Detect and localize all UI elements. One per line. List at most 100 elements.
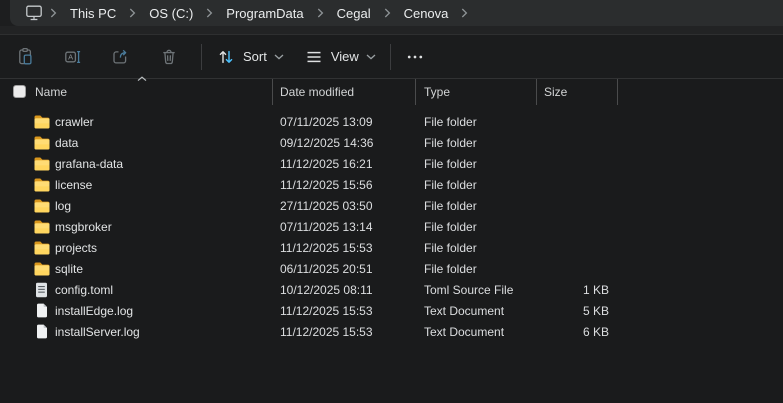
file-rows: crawler 07/11/2025 13:09 File folder dat… xyxy=(0,111,783,342)
file-date-modified: 06/11/2025 20:51 xyxy=(280,261,373,276)
text-file-icon xyxy=(36,282,47,297)
table-row[interactable]: grafana-data 11/12/2025 16:21 File folde… xyxy=(0,153,783,174)
view-icon xyxy=(307,51,321,62)
file-type: File folder xyxy=(424,135,477,150)
column-header-type[interactable]: Type xyxy=(416,79,537,105)
rename-button[interactable]: A xyxy=(53,40,93,74)
paste-icon xyxy=(19,47,32,64)
sort-icon xyxy=(219,50,233,63)
breadcrumb-chevron-icon[interactable] xyxy=(204,8,215,18)
file-name: msgbroker xyxy=(55,219,112,234)
file-name: installServer.log xyxy=(55,324,140,339)
table-row[interactable]: data 09/12/2025 14:36 File folder xyxy=(0,132,783,153)
file-type: File folder xyxy=(424,261,477,276)
file-date-modified: 27/11/2025 03:50 xyxy=(280,198,373,213)
folder-icon xyxy=(33,199,50,213)
folder-icon xyxy=(34,115,49,128)
folder-icon xyxy=(34,262,49,275)
folder-icon xyxy=(34,178,49,191)
toolbar-divider xyxy=(201,43,202,70)
table-row[interactable]: license 11/12/2025 15:56 File folder xyxy=(0,174,783,195)
file-date-modified: 09/12/2025 14:36 xyxy=(280,135,374,150)
file-type: File folder xyxy=(424,240,477,255)
folder-icon xyxy=(33,220,50,234)
folder-icon xyxy=(34,220,49,233)
file-name: data xyxy=(55,135,79,150)
breadcrumb-item-cenova[interactable]: Cenova xyxy=(393,4,460,23)
window-gap-strip xyxy=(0,26,783,34)
breadcrumb-chevron-icon[interactable] xyxy=(48,8,59,18)
table-row[interactable]: crawler 07/11/2025 13:09 File folder xyxy=(0,111,783,132)
table-row[interactable]: log 27/11/2025 03:50 File folder xyxy=(0,195,783,216)
file-icon xyxy=(33,303,50,318)
share-button[interactable] xyxy=(101,40,141,74)
table-row[interactable]: msgbroker 07/11/2025 13:14 File folder xyxy=(0,216,783,237)
folder-icon xyxy=(34,199,49,212)
more-icon xyxy=(407,55,422,58)
monitor-icon[interactable] xyxy=(18,3,48,23)
rename-icon: A xyxy=(65,50,81,63)
table-row[interactable]: config.toml 10/12/2025 08:11 Toml Source… xyxy=(0,279,783,300)
address-bar-row: This PC OS (C:) ProgramData Cegal Cenova xyxy=(0,0,783,26)
command-toolbar: A Sort View xyxy=(0,34,783,79)
file-explorer-window: This PC OS (C:) ProgramData Cegal Cenova A xyxy=(0,0,783,403)
delete-button[interactable] xyxy=(149,40,189,74)
breadcrumb-chevron-icon[interactable] xyxy=(459,8,470,18)
folder-icon xyxy=(34,157,49,170)
chevron-down-icon xyxy=(274,54,284,59)
file-type: Toml Source File xyxy=(424,282,514,297)
file-size: 6 KB xyxy=(582,324,609,339)
file-type: File folder xyxy=(424,177,477,192)
file-type: File folder xyxy=(424,219,477,234)
folder-icon xyxy=(34,136,49,149)
file-name: installEdge.log xyxy=(55,303,134,318)
table-row[interactable]: installEdge.log 11/12/2025 15:53 Text Do… xyxy=(0,300,783,321)
delete-icon xyxy=(163,49,175,64)
breadcrumb-item-cegal[interactable]: Cegal xyxy=(326,4,382,23)
breadcrumb-item-os-c-[interactable]: OS (C:) xyxy=(138,4,204,23)
column-header-date-modified[interactable]: Date modified xyxy=(273,79,416,105)
paste-button[interactable] xyxy=(5,40,45,74)
breadcrumb-chevron-icon[interactable] xyxy=(382,8,393,18)
column-header-row: Name Date modified Type Size xyxy=(0,76,783,105)
file-name: crawler xyxy=(55,114,94,129)
folder-icon xyxy=(33,136,50,150)
sort-button[interactable]: Sort xyxy=(206,40,294,74)
more-options-button[interactable] xyxy=(395,40,435,74)
folder-icon xyxy=(34,241,49,254)
table-row[interactable]: sqlite 06/11/2025 20:51 File folder xyxy=(0,258,783,279)
file-date-modified: 11/12/2025 15:53 xyxy=(280,303,373,318)
breadcrumb-item-programdata[interactable]: ProgramData xyxy=(215,4,314,23)
file-name: config.toml xyxy=(55,282,114,297)
folder-icon xyxy=(33,115,50,129)
column-header-name[interactable]: Name xyxy=(0,79,273,105)
breadcrumb-chevron-icon[interactable] xyxy=(315,8,326,18)
text-file-icon xyxy=(33,282,50,298)
view-button[interactable]: View xyxy=(294,40,386,74)
folder-icon xyxy=(33,262,50,276)
breadcrumb-item-this-pc[interactable]: This PC xyxy=(59,4,127,23)
file-name: sqlite xyxy=(55,261,84,276)
view-button-label: View xyxy=(330,48,359,64)
file-icon xyxy=(36,324,47,339)
file-name: projects xyxy=(55,240,98,255)
address-bar[interactable]: This PC OS (C:) ProgramData Cegal Cenova xyxy=(10,0,783,26)
column-header-size[interactable]: Size xyxy=(537,79,618,105)
file-size: 1 KB xyxy=(582,282,609,297)
file-date-modified: 11/12/2025 15:53 xyxy=(280,324,373,339)
breadcrumb-chevron-icon[interactable] xyxy=(127,8,138,18)
chevron-down-icon xyxy=(366,54,376,59)
share-icon xyxy=(113,49,127,64)
file-date-modified: 07/11/2025 13:14 xyxy=(280,219,373,234)
file-icon xyxy=(36,303,47,318)
file-date-modified: 11/12/2025 15:53 xyxy=(280,240,373,255)
file-date-modified: 10/12/2025 08:11 xyxy=(280,282,373,297)
table-row[interactable]: projects 11/12/2025 15:53 File folder xyxy=(0,237,783,258)
file-type: Text Document xyxy=(424,303,505,318)
file-type: Text Document xyxy=(424,324,505,339)
breadcrumb: This PC OS (C:) ProgramData Cegal Cenova xyxy=(10,0,470,26)
file-date-modified: 11/12/2025 15:56 xyxy=(280,177,373,192)
file-date-modified: 11/12/2025 16:21 xyxy=(280,156,373,171)
toolbar-divider xyxy=(389,43,391,70)
table-row[interactable]: installServer.log 11/12/2025 15:53 Text … xyxy=(0,321,783,342)
